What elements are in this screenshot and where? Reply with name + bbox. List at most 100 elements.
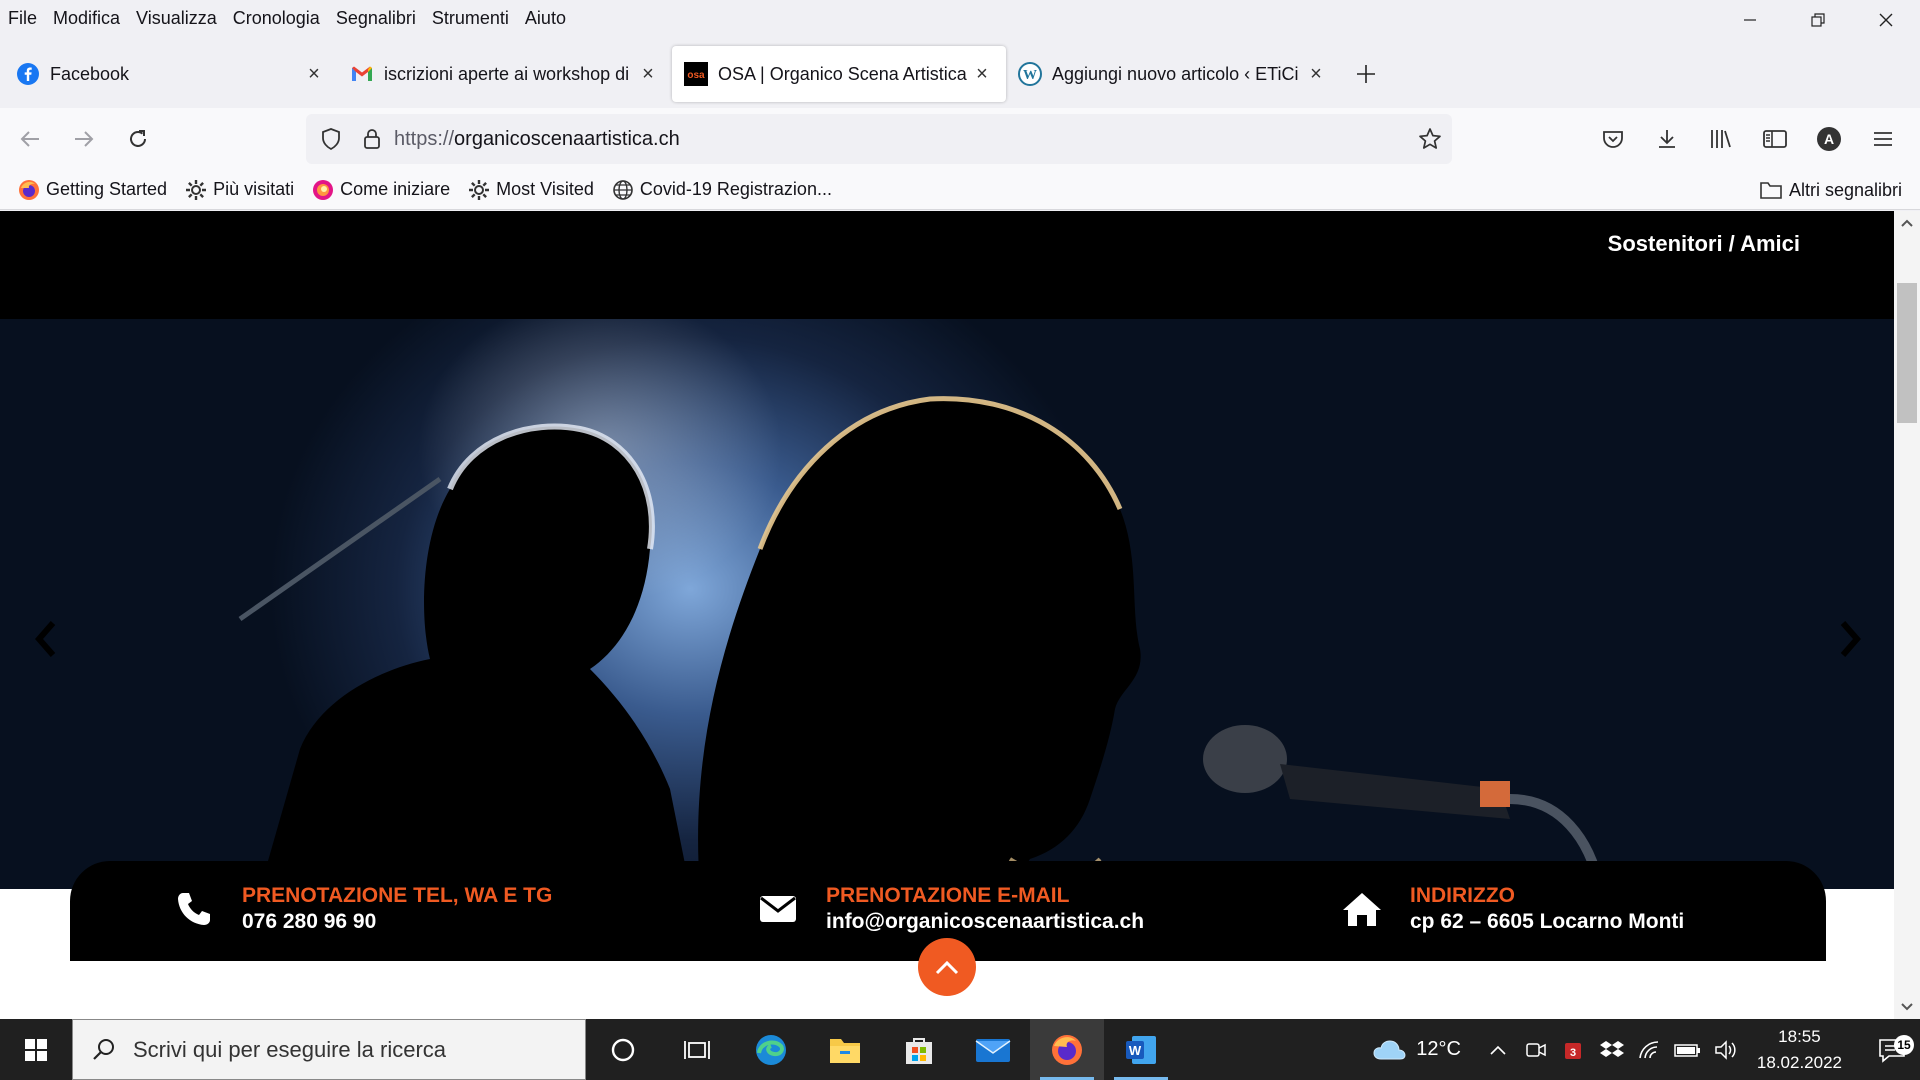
- taskbar-edge[interactable]: [734, 1019, 808, 1080]
- contact-title: PRENOTAZIONE E-MAIL: [826, 884, 1070, 907]
- menu-button[interactable]: [1856, 115, 1910, 163]
- page-scrollbar[interactable]: [1894, 211, 1920, 1019]
- taskbar-clock[interactable]: 18:55 18.02.2022: [1757, 1024, 1842, 1076]
- tab-gmail[interactable]: iscrizioni aperte ai workshop di ×: [338, 46, 672, 102]
- avatar: A: [1817, 127, 1841, 151]
- volume-icon[interactable]: [1707, 1039, 1745, 1061]
- notification-center-button[interactable]: 15: [1864, 1034, 1920, 1063]
- reload-icon: [130, 130, 146, 147]
- plus-icon: [1357, 65, 1375, 83]
- library-icon: [1711, 130, 1731, 148]
- restore-button[interactable]: [1784, 0, 1852, 40]
- tab-close-button[interactable]: ×: [1304, 62, 1328, 86]
- nav-link-sostenitori[interactable]: Sostenitori / Amici: [1608, 231, 1800, 257]
- tab-wordpress[interactable]: W Aggiungi nuovo articolo ‹ ETiCi ×: [1006, 46, 1340, 102]
- minimize-button[interactable]: [1716, 0, 1784, 40]
- url-bar[interactable]: https://organicoscenaartistica.ch: [306, 114, 1452, 164]
- app-tray-icon[interactable]: 3: [1555, 1039, 1593, 1061]
- scroll-up-arrow[interactable]: [1894, 213, 1920, 233]
- taskbar-firefox[interactable]: [1030, 1019, 1104, 1080]
- tab-close-button[interactable]: ×: [636, 62, 660, 86]
- pocket-button[interactable]: [1586, 115, 1640, 163]
- bookmark-label: Come iniziare: [340, 179, 451, 199]
- bookmark-label: Most Visited: [496, 179, 594, 199]
- url-text[interactable]: https://organicoscenaartistica.ch: [394, 128, 680, 151]
- taskbar-store[interactable]: [882, 1019, 956, 1080]
- slider-prev-button[interactable]: [26, 619, 66, 659]
- account-button[interactable]: A: [1802, 115, 1856, 163]
- back-button[interactable]: [6, 115, 54, 163]
- restore-icon: [1811, 13, 1825, 27]
- new-tab-button[interactable]: [1344, 52, 1388, 96]
- contact-phone: PRENOTAZIONE TEL, WA E TG 076 280 96 90: [172, 883, 552, 935]
- tab-facebook[interactable]: Facebook ×: [4, 46, 338, 102]
- contact-value[interactable]: 076 280 96 90: [242, 909, 552, 935]
- menu-modifica[interactable]: Modifica: [45, 3, 128, 33]
- bookmark-label: Più visitati: [213, 179, 295, 199]
- taskbar: Scrivi qui per eseguire la ricerca W 12°…: [0, 1019, 1920, 1080]
- hamburger-icon: [1874, 132, 1892, 146]
- page-content: Sostenitori / Amici PRENOTAZIONE TEL, WA…: [0, 211, 1894, 1019]
- menu-aiuto[interactable]: Aiuto: [517, 3, 574, 33]
- forward-button[interactable]: [60, 115, 108, 163]
- taskbar-search[interactable]: Scrivi qui per eseguire la ricerca: [72, 1019, 586, 1080]
- menu-strumenti[interactable]: Strumenti: [424, 3, 517, 33]
- firefox-logo-icon: [312, 179, 334, 201]
- tab-close-button[interactable]: ×: [302, 62, 326, 86]
- hero-image: [238, 396, 1605, 889]
- contact-value[interactable]: info@organicoscenaartistica.ch: [826, 909, 1144, 935]
- menu-visualizza[interactable]: Visualizza: [128, 3, 225, 33]
- menu-bar: File Modifica Visualizza Cronologia Segn…: [0, 0, 1920, 36]
- reload-button[interactable]: [114, 115, 162, 163]
- meet-now-icon[interactable]: [1517, 1040, 1555, 1060]
- menu-file[interactable]: File: [0, 3, 45, 33]
- lock-icon[interactable]: [362, 127, 382, 151]
- menu-segnalibri[interactable]: Segnalibri: [328, 3, 424, 33]
- wordpress-icon: W: [1018, 62, 1042, 86]
- osa-icon: osa: [684, 62, 708, 86]
- dropbox-icon[interactable]: [1593, 1039, 1631, 1061]
- taskbar-word[interactable]: W: [1104, 1019, 1178, 1080]
- chevron-up-icon[interactable]: [1479, 1044, 1517, 1056]
- other-bookmarks[interactable]: Altri segnalibri: [1759, 170, 1902, 210]
- bookmark-piu-visitati[interactable]: Più visitati: [185, 179, 294, 201]
- scroll-down-arrow[interactable]: [1894, 997, 1920, 1017]
- task-view-button[interactable]: [660, 1019, 734, 1080]
- scrollbar-thumb[interactable]: [1897, 283, 1917, 423]
- tab-title: iscrizioni aperte ai workshop di: [384, 63, 630, 84]
- weather-cloud-icon[interactable]: [1370, 1038, 1408, 1062]
- tab-strip: Facebook × iscrizioni aperte ai workshop…: [0, 44, 1920, 104]
- cortana-button[interactable]: [586, 1019, 660, 1080]
- sidebar-button[interactable]: [1748, 115, 1802, 163]
- firefox-icon: [18, 179, 40, 201]
- weather-temperature[interactable]: 12°C: [1416, 1038, 1461, 1061]
- menu-cronologia[interactable]: Cronologia: [225, 3, 328, 33]
- slider-next-button[interactable]: [1830, 619, 1870, 659]
- bookmark-come-iniziare[interactable]: Come iniziare: [312, 179, 450, 201]
- envelope-icon: [756, 887, 800, 931]
- folder-icon: [830, 1038, 860, 1063]
- library-button[interactable]: [1694, 115, 1748, 163]
- bookmark-getting-started[interactable]: Getting Started: [18, 179, 167, 201]
- shield-icon[interactable]: [320, 127, 342, 151]
- star-icon[interactable]: [1418, 127, 1442, 151]
- taskbar-explorer[interactable]: [808, 1019, 882, 1080]
- tab-close-button[interactable]: ×: [970, 62, 994, 86]
- bookmark-covid[interactable]: Covid-19 Registrazion...: [612, 179, 832, 201]
- downloads-button[interactable]: [1640, 115, 1694, 163]
- sidebar-icon: [1763, 130, 1787, 148]
- close-window-button[interactable]: [1852, 0, 1920, 40]
- arrow-left-icon: [20, 131, 39, 147]
- chevron-right-icon: [1840, 621, 1861, 657]
- gear-icon: [185, 179, 207, 201]
- bookmark-most-visited[interactable]: Most Visited: [468, 179, 594, 201]
- wifi-icon[interactable]: [1631, 1040, 1669, 1060]
- download-icon: [1659, 130, 1675, 148]
- battery-icon[interactable]: [1669, 1042, 1707, 1058]
- other-bookmarks-label: Altri segnalibri: [1788, 179, 1902, 200]
- scroll-to-top-button[interactable]: [918, 938, 976, 996]
- tab-osa[interactable]: osa OSA | Organico Scena Artistica ×: [672, 46, 1006, 102]
- start-button[interactable]: [0, 1019, 72, 1080]
- tab-title: Facebook: [50, 63, 130, 84]
- taskbar-mail[interactable]: [956, 1019, 1030, 1080]
